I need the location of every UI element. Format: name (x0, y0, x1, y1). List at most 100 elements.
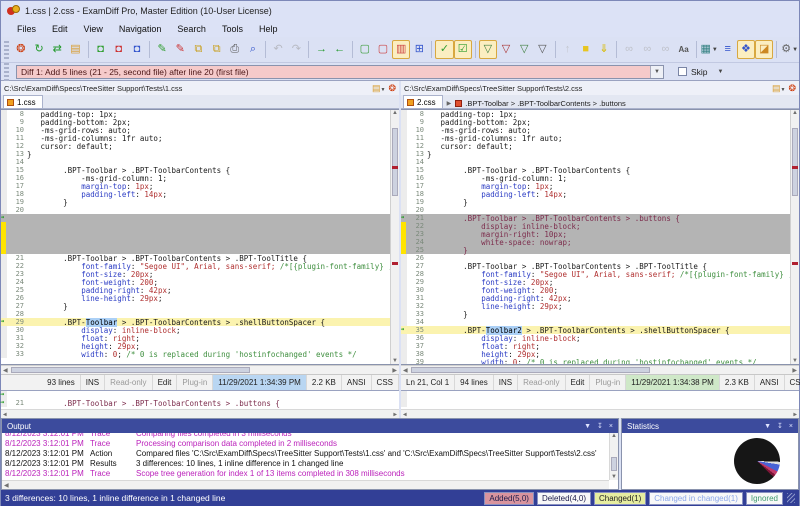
left-code-lines[interactable]: 8 padding-top: 1px;9 padding-bottom: 2px… (1, 110, 390, 364)
save-all-icon[interactable]: ◘ (128, 40, 146, 59)
save-second-icon[interactable]: ◘ (110, 40, 128, 59)
close-icon[interactable]: × (789, 423, 793, 430)
chevron-down-icon[interactable]: ▼ (764, 423, 771, 430)
open-folder-icon[interactable]: ▤▼ (772, 83, 785, 94)
pin-icon[interactable]: ↧ (597, 422, 603, 430)
scroll-up-icon[interactable]: ▲ (392, 110, 398, 116)
save-first-icon[interactable]: ◘ (91, 40, 109, 59)
filter-all-icon[interactable]: ▽ (479, 40, 497, 59)
report-icon[interactable]: ◪ (755, 40, 773, 59)
menu-item-search[interactable]: Search (169, 22, 214, 36)
chevron-down-icon[interactable]: ▼ (650, 66, 663, 78)
scroll-right-icon[interactable]: ▶ (793, 411, 797, 418)
scroll-left-icon[interactable]: ◀ (403, 411, 407, 418)
redo-icon[interactable]: ↷ (287, 40, 305, 59)
code-line[interactable]: 20 (1, 206, 390, 214)
code-line[interactable]: 19 } (1, 198, 390, 206)
auto-options-icon[interactable]: ☑ (454, 40, 472, 59)
output-horizontal-scrollbar[interactable]: ◀ (2, 480, 609, 489)
compare-files-icon[interactable]: ❂ (788, 83, 796, 94)
chevron-down-icon[interactable]: ▼ (584, 423, 591, 430)
show-current-icon[interactable]: ▥ (392, 40, 410, 59)
menu-item-view[interactable]: View (76, 22, 111, 36)
output-row[interactable]: 8/12/2023 3:12:01 PMActionCompared files… (2, 448, 618, 458)
code-line[interactable]: 13} (401, 150, 790, 158)
next-change-icon[interactable]: ⇓ (595, 40, 613, 59)
prev-change-icon[interactable]: ↑ (558, 40, 576, 59)
tab-2css[interactable]: 2.css (403, 95, 443, 108)
scrollbar-thumb[interactable] (11, 367, 250, 373)
current-change-icon[interactable]: ■ (577, 40, 595, 59)
scroll-right-icon[interactable]: ▶ (393, 411, 397, 418)
copy-first-icon[interactable]: ⧉ (189, 40, 207, 59)
code-line[interactable]: 39 width: 0; /* 0 is replaced during 'ho… (401, 358, 790, 364)
allow-edit-icon[interactable]: ✓ (435, 40, 453, 59)
scroll-down-icon[interactable]: ▼ (611, 474, 617, 480)
right-horizontal-scrollbar[interactable]: ◀ ▶ (401, 365, 799, 374)
right-vertical-scrollbar[interactable]: ▲ ▼ (790, 110, 799, 364)
filter-added-icon[interactable]: ▽ (515, 40, 533, 59)
compare-files-icon[interactable]: ❂ (12, 40, 30, 59)
diffbar-grip[interactable] (4, 63, 9, 81)
output-row[interactable]: 8/12/2023 3:12:01 PMTraceComparing files… (2, 433, 618, 438)
code-line[interactable] (1, 238, 390, 246)
scroll-left-icon[interactable]: ◀ (3, 411, 7, 418)
menu-item-edit[interactable]: Edit (44, 22, 76, 36)
mini-horizontal-scrollbar[interactable]: ◀▶ (1, 409, 399, 418)
right-code-lines[interactable]: 8 padding-top: 1px;9 padding-bottom: 2px… (401, 110, 790, 364)
skip-checkbox[interactable] (678, 67, 687, 76)
output-row[interactable]: 8/12/2023 3:12:01 PMTraceProcessing comp… (2, 438, 618, 448)
code-line[interactable] (1, 214, 390, 222)
code-line[interactable]: 25 } (401, 246, 790, 254)
edit-first-icon[interactable]: ✎ (153, 40, 171, 59)
match-case-icon[interactable]: Aa (675, 40, 693, 59)
skip-checkbox-group[interactable]: Skip ▼ (678, 67, 724, 77)
scope-breadcrumb[interactable]: ▶ .BPT-Toolbar > .BPT-ToolbarContents > … (443, 99, 630, 108)
split-view-icon[interactable]: ⊞ (410, 40, 428, 59)
show-different-icon[interactable]: ▢ (374, 40, 392, 59)
prev-diff-icon[interactable]: ← (331, 40, 349, 59)
chevron-down-icon[interactable]: ▼ (718, 69, 724, 75)
current-diff-line[interactable] (401, 391, 799, 399)
mini-horizontal-scrollbar[interactable]: ◀▶ (401, 409, 799, 418)
menu-item-help[interactable]: Help (251, 22, 286, 36)
show-identical-icon[interactable]: ▢ (356, 40, 374, 59)
scroll-left-icon[interactable]: ◀ (403, 367, 408, 374)
code-line[interactable] (1, 230, 390, 238)
compare-files-icon[interactable]: ❂ (388, 83, 396, 94)
code-line[interactable]: 19 } (401, 198, 790, 206)
output-row[interactable]: 8/12/2023 3:12:01 PMResults3 differences… (2, 458, 618, 468)
recompare-icon[interactable]: ↻ (30, 40, 48, 59)
open-files-icon[interactable]: ▤ (66, 40, 84, 59)
close-icon[interactable]: × (609, 423, 613, 430)
scrollbar-thumb[interactable] (411, 367, 650, 373)
scroll-left-icon[interactable]: ◀ (4, 482, 9, 489)
menu-item-files[interactable]: Files (9, 22, 44, 36)
scroll-right-icon[interactable]: ▶ (792, 367, 797, 374)
current-diff-combobox[interactable]: Diff 1: Add 5 lines (21 - 25, second fil… (16, 65, 664, 79)
tab-1css[interactable]: 1.css (3, 95, 43, 108)
print-icon[interactable]: ⎙ (226, 40, 244, 59)
search-icon[interactable]: ⌕ (244, 40, 262, 59)
open-folder-icon[interactable]: ▤▼ (372, 83, 385, 94)
find-prev-icon[interactable]: ∞ (656, 40, 674, 59)
plugins-icon[interactable]: ❖ (737, 40, 755, 59)
output-vertical-scrollbar[interactable]: ▲ ▼ (609, 433, 618, 480)
pin-icon[interactable]: ↧ (777, 422, 783, 430)
scroll-up-icon[interactable]: ▲ (792, 110, 798, 116)
toolbar-grip[interactable] (4, 41, 9, 59)
scroll-right-icon[interactable]: ▶ (392, 367, 397, 374)
current-diff-line[interactable]: 21 .BPT-Toolbar > .BPT-ToolbarContents >… (1, 399, 399, 407)
scrollbar-thumb[interactable] (792, 128, 798, 197)
filter-changed-icon[interactable]: ▽ (533, 40, 551, 59)
find-next-icon[interactable]: ∞ (638, 40, 656, 59)
options-gear-icon[interactable]: ⚙▼ (780, 40, 799, 59)
swap-recompare-icon[interactable]: ⇄ (48, 40, 66, 59)
resize-grip[interactable] (787, 493, 795, 503)
code-line[interactable] (1, 222, 390, 230)
code-line[interactable]: 33 width: 0; /* 0 is replaced during 'ho… (1, 350, 390, 358)
edit-second-icon[interactable]: ✎ (171, 40, 189, 59)
undo-icon[interactable]: ↶ (269, 40, 287, 59)
menu-item-navigation[interactable]: Navigation (111, 22, 170, 36)
left-horizontal-scrollbar[interactable]: ◀ ▶ (1, 365, 399, 374)
